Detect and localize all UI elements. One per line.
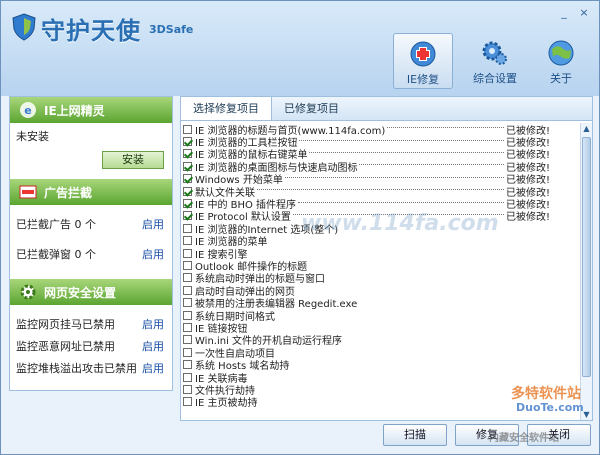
enable-link[interactable]: 启用 <box>142 316 164 332</box>
item-checkbox[interactable] <box>183 360 192 370</box>
app-title: 守护天使 <box>41 17 141 45</box>
watermark-logo: 多特软件站 <box>511 386 581 402</box>
security-row: 监控网页挂马已禁用 启用 <box>10 313 172 335</box>
repair-item-list: IE 浏览器的标题与首页(www.114fa.com) 已被修改! IE 浏览器的工… <box>181 123 581 420</box>
item-checkbox[interactable] <box>183 186 192 196</box>
leader-dots <box>309 151 504 153</box>
section-title: 广告拦截 <box>44 185 93 200</box>
app-window: 守护天使 3DSafe _ × IE修复 综合设置 关于 e IE上网精灵 未安… <box>0 0 600 455</box>
toolbar-settings[interactable]: 综合设置 <box>465 33 525 89</box>
item-checkbox[interactable] <box>183 149 192 159</box>
item-checkbox[interactable] <box>183 236 192 246</box>
wizard-status: 未安装 <box>16 130 49 143</box>
app-subtitle: 3DSafe <box>149 23 194 36</box>
leader-dots <box>299 139 504 141</box>
watermark-domain: DuoTe.com <box>516 401 584 414</box>
popup-count-label: 已拦截弹窗 0 个 <box>16 248 96 261</box>
ie-repair-icon <box>410 41 436 67</box>
section-title: IE上网精灵 <box>44 103 105 118</box>
tab-select-items[interactable]: 选择修复项目 <box>181 97 272 120</box>
tab-repaired-items[interactable]: 已修复项目 <box>272 97 351 120</box>
toolbar-label: IE修复 <box>406 73 440 86</box>
minimize-button[interactable]: _ <box>557 7 571 19</box>
security-label: 监控网页挂马已禁用 <box>16 318 115 331</box>
header-bar: 守护天使 3DSafe _ × IE修复 综合设置 关于 <box>1 1 599 96</box>
watermark-site: www.114fa.com <box>301 211 499 236</box>
toolbar-about[interactable]: 关于 <box>531 33 591 89</box>
scroll-thumb[interactable] <box>582 137 591 377</box>
repair-panel: 选择修复项目 已修复项目 IE 浏览器的标题与首页(www.114fa.com)… <box>180 96 593 421</box>
item-checkbox[interactable] <box>183 397 192 407</box>
about-globe-icon <box>548 40 574 66</box>
item-label: IE 主页被劫持 <box>195 398 258 410</box>
enable-link[interactable]: 启用 <box>142 246 164 262</box>
scrollbar[interactable]: ▲ ▼ <box>580 123 592 420</box>
ad-count-label: 已拦截广告 0 个 <box>16 218 96 231</box>
leader-dots <box>298 201 504 203</box>
item-checkbox[interactable] <box>183 260 192 270</box>
ad-block-icon <box>19 185 37 199</box>
wizard-status-row: 未安装 <box>10 123 172 149</box>
item-checkbox[interactable] <box>183 372 192 382</box>
toolbar-ie-repair[interactable]: IE修复 <box>393 33 453 89</box>
item-checkbox[interactable] <box>183 322 192 332</box>
leader-dots <box>284 176 504 178</box>
svg-text:e: e <box>24 104 31 117</box>
settings-gears-icon <box>482 41 507 65</box>
item-checkbox[interactable] <box>183 248 192 258</box>
security-row: 监控堆栈溢出攻击已禁用 启用 <box>10 357 172 379</box>
left-panel: e IE上网精灵 未安装 安装 广告拦截 已拦截广告 0 个 启用 已拦截弹窗 … <box>9 96 173 391</box>
close-window-button[interactable]: × <box>577 7 591 19</box>
shield-logo-icon <box>12 13 36 41</box>
item-checkbox[interactable] <box>183 174 192 184</box>
item-checkbox[interactable] <box>183 223 192 233</box>
leader-dots <box>359 164 504 166</box>
section-ie-wizard: e IE上网精灵 <box>10 97 172 123</box>
watermark-caption: 内藏安全软件站 <box>489 433 559 444</box>
section-ad-block: 广告拦截 <box>10 179 172 205</box>
security-label: 监控堆栈溢出攻击已禁用 <box>16 362 137 375</box>
item-checkbox[interactable] <box>183 285 192 295</box>
item-checkbox[interactable] <box>183 384 192 394</box>
enable-link[interactable]: 启用 <box>142 216 164 232</box>
ie-wizard-icon: e <box>20 102 36 118</box>
toolbar-label: 综合设置 <box>473 72 517 85</box>
scroll-up-icon[interactable]: ▲ <box>581 123 592 134</box>
tab-bar: 选择修复项目 已修复项目 <box>181 97 592 121</box>
toolbar-label: 关于 <box>550 72 572 85</box>
security-row: 监控恶意网址已禁用 启用 <box>10 335 172 357</box>
scan-button[interactable]: 扫描 <box>383 424 447 446</box>
item-checkbox[interactable] <box>183 347 192 357</box>
item-checkbox[interactable] <box>183 199 192 209</box>
enable-link[interactable]: 启用 <box>142 360 164 376</box>
gear-shield-icon <box>20 284 36 300</box>
leader-dots <box>387 127 504 129</box>
security-label: 监控恶意网址已禁用 <box>16 340 115 353</box>
item-checkbox[interactable] <box>183 335 192 345</box>
item-checkbox[interactable] <box>183 211 192 221</box>
ad-row: 已拦截弹窗 0 个 启用 <box>10 243 172 265</box>
section-web-security: 网页安全设置 <box>10 279 172 305</box>
item-checkbox[interactable] <box>183 298 192 308</box>
enable-link[interactable]: 启用 <box>142 338 164 354</box>
item-checkbox[interactable] <box>183 137 192 147</box>
item-status: 已被修改! <box>506 212 551 224</box>
item-checkbox[interactable] <box>183 310 192 320</box>
item-checkbox[interactable] <box>183 273 192 283</box>
section-title: 网页安全设置 <box>44 285 117 300</box>
leader-dots <box>257 189 504 191</box>
item-checkbox[interactable] <box>183 124 192 134</box>
ad-row: 已拦截广告 0 个 启用 <box>10 213 172 235</box>
item-checkbox[interactable] <box>183 161 192 171</box>
install-button[interactable]: 安装 <box>102 151 164 169</box>
